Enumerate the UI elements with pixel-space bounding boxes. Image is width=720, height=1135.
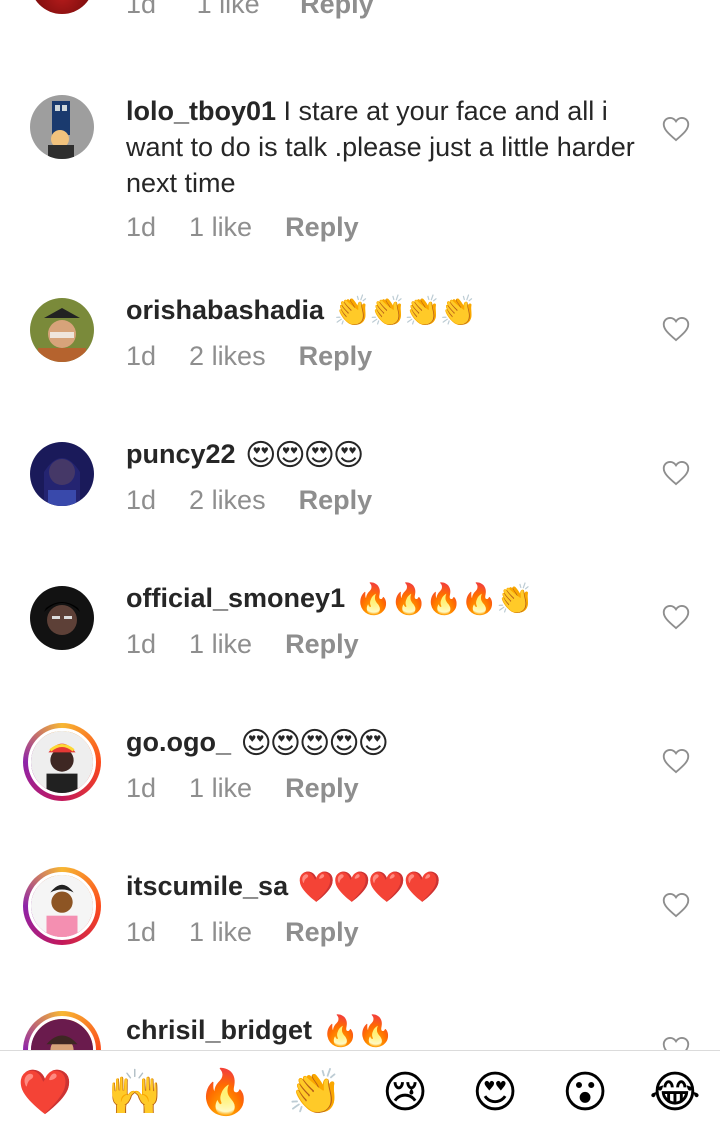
like-count-button[interactable]: 2 likes bbox=[189, 482, 266, 518]
comment-meta: 1d 2 likes Reply bbox=[126, 482, 636, 518]
comment-time: 1d bbox=[126, 484, 157, 515]
heart-eyes-reaction-button[interactable]: 😍 bbox=[460, 1071, 530, 1115]
heart-outline-icon[interactable] bbox=[662, 316, 690, 342]
comment-text: lolo_tboy01 I stare at your face and all… bbox=[126, 93, 636, 201]
reply-button[interactable]: Reply bbox=[300, 0, 374, 22]
avatar bbox=[28, 1016, 96, 1050]
avatar-story-ring[interactable] bbox=[23, 1011, 101, 1050]
comment-emoji: 😍😍😍😍 bbox=[245, 438, 364, 472]
heart-outline-icon[interactable] bbox=[662, 604, 690, 630]
comment-meta: 1d 1 like Reply bbox=[126, 209, 636, 245]
avatar-story-ring[interactable] bbox=[23, 867, 101, 945]
comment-time: 1d bbox=[126, 340, 157, 371]
comment-time: 1d bbox=[126, 628, 157, 659]
clap-reaction-button[interactable]: 👏 bbox=[280, 1071, 350, 1115]
comment-text: chrisil_bridget 🔥🔥 bbox=[126, 1012, 636, 1050]
reply-button[interactable]: Reply bbox=[285, 914, 359, 950]
heart-outline-icon[interactable] bbox=[662, 116, 690, 142]
heart-outline-icon[interactable] bbox=[662, 892, 690, 918]
quick-reaction-bar: ❤️ 🙌 🔥 👏 😢 😍 😮 😂 bbox=[0, 1050, 720, 1135]
comment-text: puncy22 😍😍😍😍 bbox=[126, 436, 636, 474]
fire-reaction-button[interactable]: 🔥 bbox=[190, 1071, 260, 1115]
reply-button[interactable]: Reply bbox=[285, 209, 359, 245]
comments-screen: 1d 1 like Reply lolo_tboy01 I stare at y… bbox=[0, 0, 720, 1135]
comment-text: orishabashadia 👏👏👏👏 bbox=[126, 292, 636, 330]
like-count-button[interactable]: 1 like bbox=[189, 914, 252, 950]
heart-outline-icon[interactable] bbox=[662, 460, 690, 486]
comment-username[interactable]: lolo_tboy01 bbox=[126, 96, 276, 126]
comment-emoji: 👏👏👏👏 bbox=[333, 294, 477, 328]
surprised-reaction-button[interactable]: 😮 bbox=[550, 1071, 620, 1115]
comment-time: 1d bbox=[126, 0, 157, 19]
comment-time: 1d bbox=[126, 212, 157, 242]
comment-text: official_smoney1 🔥🔥🔥🔥👏 bbox=[126, 580, 636, 618]
like-count-button[interactable]: 1 like bbox=[189, 770, 252, 806]
comment-username[interactable]: orishabashadia bbox=[126, 295, 324, 325]
reply-button[interactable]: Reply bbox=[285, 770, 359, 806]
reply-button[interactable]: Reply bbox=[299, 482, 373, 518]
comment-meta-partial: 1d 1 like Reply bbox=[126, 0, 407, 22]
heart-outline-icon[interactable] bbox=[662, 1036, 690, 1050]
like-count-button[interactable]: 1 like bbox=[189, 626, 252, 662]
avatar[interactable] bbox=[30, 95, 94, 159]
avatar bbox=[28, 728, 96, 796]
comment-emoji: ❤️❤️❤️❤️ bbox=[297, 870, 441, 904]
avatar[interactable] bbox=[30, 586, 94, 650]
comment-time: 1d bbox=[126, 772, 157, 803]
raised-hands-reaction-button[interactable]: 🙌 bbox=[100, 1071, 170, 1115]
comment-username[interactable]: go.ogo_ bbox=[126, 727, 231, 757]
comment-list[interactable]: 1d 1 like Reply lolo_tboy01 I stare at y… bbox=[0, 0, 720, 1050]
comment-username[interactable]: chrisil_bridget bbox=[126, 1015, 312, 1045]
comment-meta: 1d 1 like Reply bbox=[126, 914, 636, 950]
comment-time: 1d bbox=[126, 916, 157, 947]
avatar-story-ring[interactable] bbox=[23, 723, 101, 801]
comment-username[interactable]: itscumile_sa bbox=[126, 871, 288, 901]
comment-meta: 1d 1 like Reply bbox=[126, 626, 636, 662]
like-count-button[interactable]: 1 like bbox=[189, 209, 252, 245]
comment-emoji: 🔥🔥 bbox=[321, 1014, 395, 1048]
comment-emoji: 😍😍😍😍😍 bbox=[240, 726, 389, 760]
avatar bbox=[28, 872, 96, 940]
avatar[interactable] bbox=[30, 298, 94, 362]
reply-button[interactable]: Reply bbox=[285, 626, 359, 662]
avatar[interactable] bbox=[30, 0, 94, 14]
comment-emoji: 🔥🔥🔥🔥👏 bbox=[354, 582, 534, 616]
heart-outline-icon[interactable] bbox=[662, 748, 690, 774]
comment-meta: 1d 2 likes Reply bbox=[126, 338, 636, 374]
comment-username[interactable]: official_smoney1 bbox=[126, 583, 345, 613]
sad-reaction-button[interactable]: 😢 bbox=[370, 1071, 440, 1115]
comment-text: itscumile_sa ❤️❤️❤️❤️ bbox=[126, 868, 636, 906]
avatar[interactable] bbox=[30, 442, 94, 506]
like-count-button[interactable]: 2 likes bbox=[189, 338, 266, 374]
comment-username[interactable]: puncy22 bbox=[126, 439, 236, 469]
reply-button[interactable]: Reply bbox=[299, 338, 373, 374]
comment-text: go.ogo_ 😍😍😍😍😍 bbox=[126, 724, 636, 762]
like-count-button[interactable]: 1 like bbox=[197, 0, 260, 22]
laughing-reaction-button[interactable]: 😂 bbox=[640, 1071, 710, 1115]
comment-meta: 1d 1 like Reply bbox=[126, 770, 636, 806]
heart-reaction-button[interactable]: ❤️ bbox=[10, 1071, 80, 1115]
